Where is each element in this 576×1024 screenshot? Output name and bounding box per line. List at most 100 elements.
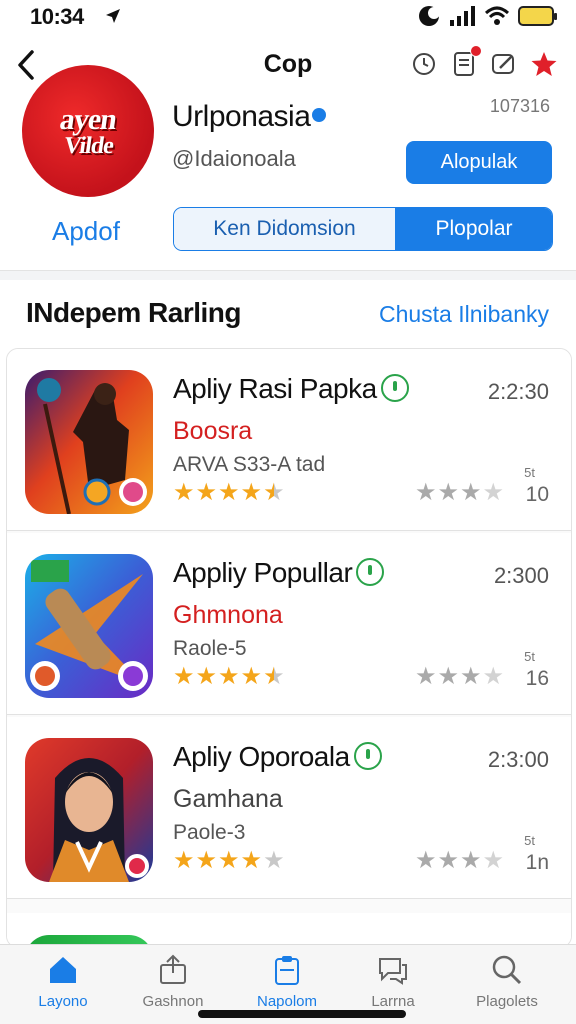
clipboard-icon — [275, 956, 299, 985]
location-arrow-icon — [106, 9, 120, 23]
app-name-text: Appliy Popullar — [173, 557, 353, 588]
star-icon: ★ — [218, 663, 240, 690]
star-icon: ★ — [195, 663, 218, 690]
tab-chat[interactable]: Larrna — [348, 953, 438, 1010]
star-icon: ★ — [173, 847, 195, 874]
star-icon: ★ — [173, 479, 195, 506]
app-category: Ghmnona — [173, 601, 283, 629]
segment-tab-2[interactable]: Plopolar — [396, 208, 552, 250]
share-icon — [160, 954, 186, 984]
battery-icon — [518, 6, 557, 26]
rating-label: 5t — [524, 833, 535, 848]
tab-label: Plagolets — [476, 993, 538, 1010]
star-icon: ★ — [218, 479, 240, 506]
star-icon: ★ — [437, 479, 460, 506]
user-rating-stars: ★ ★ ★ ★ ★ — [173, 849, 285, 873]
segmented-control: Ken Didomsion Plopolar — [173, 207, 553, 251]
profile-link[interactable]: Apdof — [52, 216, 120, 247]
user-rating-stars: ★ ★ ★ ★ ★ — [173, 665, 285, 689]
app-icon — [25, 370, 153, 514]
app-time: 2:2:30 — [487, 379, 549, 404]
app-subtitle: ARVA S33-A tad — [173, 453, 326, 476]
app-time: 2:3:00 — [487, 747, 549, 772]
search-icon — [492, 955, 522, 985]
signal-icon — [450, 6, 475, 26]
app-list: Apliy Rasi Papka 2:2:30 Boosra ARVA S33-… — [6, 348, 572, 948]
critic-rating-stars: ★ ★ ★ ★ — [415, 665, 504, 689]
logo-text-line1: ayen — [57, 102, 119, 136]
star-icon: ★ — [437, 663, 460, 690]
rating-count: 16 — [525, 667, 549, 690]
verified-icon — [353, 741, 382, 770]
status-time: 10:34 — [30, 4, 84, 29]
star-icon: ★ — [415, 663, 437, 690]
star-icon: ★ — [240, 663, 263, 690]
app-icon — [25, 738, 153, 882]
focus-moon-icon — [419, 6, 440, 26]
star-favorite-icon[interactable] — [530, 50, 558, 78]
star-icon: ★ — [218, 847, 240, 874]
critic-rating-stars: ★ ★ ★ ★ — [415, 849, 504, 873]
star-icon: ★ — [240, 479, 263, 506]
tab-label: Gashnon — [142, 993, 204, 1010]
portrait-artwork-icon — [25, 738, 153, 882]
list-item[interactable]: Apliy Oporoala 2:3:00 Gamhana Paole-3 ★ ★… — [7, 717, 571, 899]
profile-logo: ayen Vilde — [22, 65, 154, 197]
app-category: Gamhana — [173, 785, 283, 813]
star-icon: ★ — [437, 847, 460, 874]
tab-share[interactable]: Gashnon — [128, 953, 218, 1010]
app-name-text: Apliy Oporoala — [173, 741, 350, 772]
star-icon: ★ — [482, 847, 505, 874]
tab-clipboard[interactable]: Napolom — [242, 953, 332, 1010]
home-indicator — [198, 1010, 406, 1018]
half-star-icon: ★ — [263, 479, 285, 506]
status-bar: 10:34 — [0, 0, 576, 34]
star-icon: ★ — [240, 847, 263, 874]
section-title: INdepem Rarling — [26, 297, 241, 328]
app-category: Boosra — [173, 417, 253, 445]
warrior-artwork-icon — [25, 370, 153, 514]
star-icon: ★ — [460, 847, 482, 874]
rating-label: 5t — [524, 649, 535, 664]
star-icon: ★ — [263, 847, 285, 874]
segment-tab-1[interactable]: Ken Didomsion — [174, 208, 396, 250]
tab-label: Napolom — [256, 993, 318, 1010]
rating-label: 5t — [524, 465, 535, 480]
rating-count: 10 — [525, 483, 549, 506]
section-see-all-link[interactable]: Chusta Ilnibanky — [379, 301, 549, 328]
list-item[interactable]: Apliy Rasi Papka 2:2:30 Boosra ARVA S33-… — [7, 349, 571, 531]
edit-icon[interactable] — [490, 50, 518, 78]
follow-button[interactable]: Alopulak — [406, 141, 552, 184]
critic-rating-stars: ★ ★ ★ ★ — [415, 481, 504, 505]
verified-icon — [380, 373, 409, 402]
home-icon — [50, 957, 76, 983]
rating-count: 1n — [525, 851, 549, 874]
star-icon: ★ — [195, 479, 218, 506]
profile-handle: @Idaionoala — [172, 146, 296, 171]
star-icon: ★ — [415, 847, 437, 874]
tab-home[interactable]: Layono — [18, 953, 108, 1010]
list-item[interactable]: Appliy Popullar 2:300 Ghmnona Raole-5 ★ ★… — [7, 533, 571, 715]
app-name: Appliy Popullar — [173, 557, 385, 589]
app-subtitle: Raole-5 — [173, 637, 247, 660]
chat-icon — [379, 958, 407, 985]
app-time: 2:300 — [493, 563, 549, 588]
back-chevron-icon[interactable] — [14, 48, 40, 82]
app-name-text: Apliy Rasi Papka — [173, 373, 377, 404]
instrument-artwork-icon — [25, 554, 153, 698]
star-icon: ★ — [173, 663, 195, 690]
app-name: Apliy Oporoala — [173, 741, 382, 773]
star-icon: ★ — [482, 479, 505, 506]
app-subtitle: Paole-3 — [173, 821, 246, 844]
refresh-icon[interactable] — [410, 50, 438, 78]
half-star-icon: ★ — [263, 663, 285, 690]
verified-icon — [356, 557, 385, 586]
user-rating-stars: ★ ★ ★ ★ ★ — [173, 481, 285, 505]
tab-search[interactable]: Plagolets — [462, 953, 552, 1010]
wifi-icon — [484, 6, 510, 25]
star-icon: ★ — [195, 847, 218, 874]
star-icon: ★ — [460, 479, 482, 506]
notifications-button[interactable] — [450, 45, 482, 78]
app-name: Apliy Rasi Papka — [173, 373, 409, 405]
list-item-partial[interactable] — [7, 913, 571, 947]
